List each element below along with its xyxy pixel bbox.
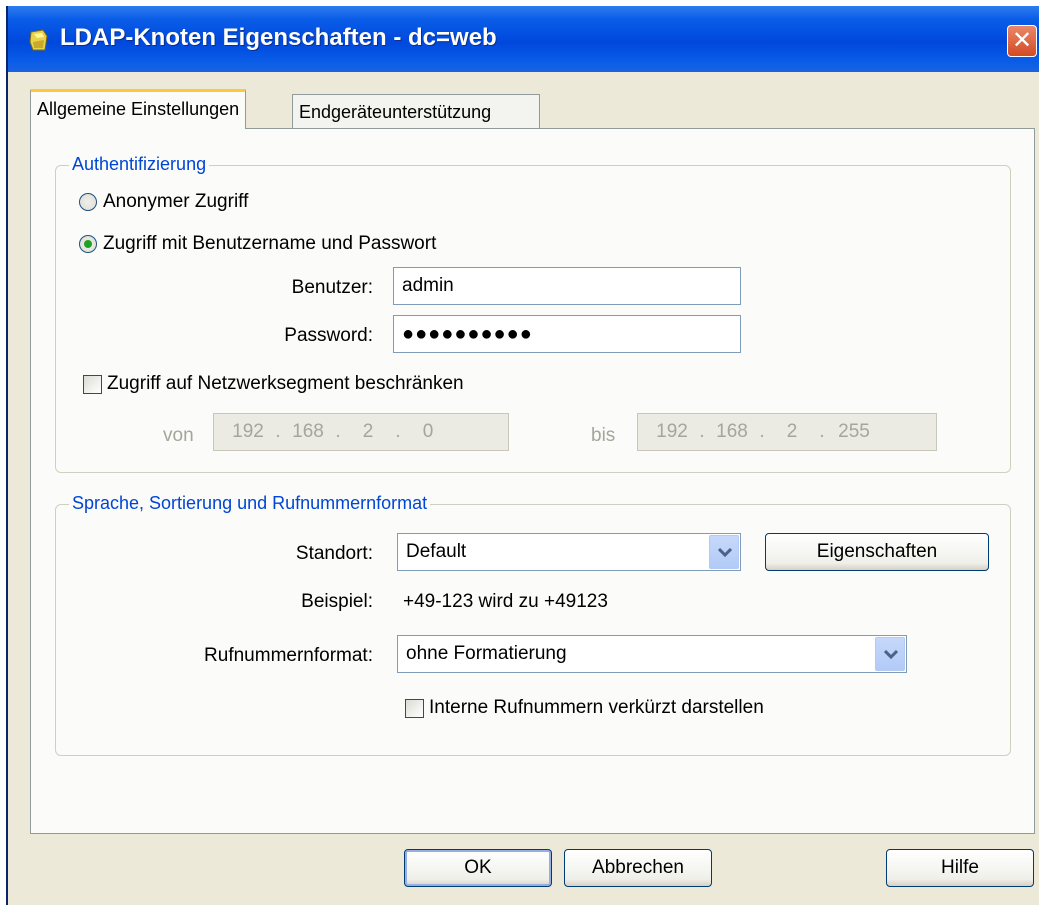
ip-from-octet-4: 0 — [422, 421, 434, 442]
ip-from-octet-2: 168 — [292, 421, 324, 442]
radio-anonymous[interactable] — [79, 193, 97, 211]
user-label: Benutzer: — [291, 277, 373, 298]
close-button[interactable]: ✕ — [1007, 25, 1037, 57]
short-internal-checkbox[interactable] — [405, 699, 424, 718]
location-label: Standort: — [295, 543, 373, 564]
ip-separator: . — [275, 421, 281, 442]
location-dropdown-button[interactable] — [709, 535, 739, 569]
ip-separator: . — [699, 421, 705, 442]
title-bar[interactable]: LDAP-Knoten Eigenschaften - dc=web ✕ — [8, 6, 1039, 72]
user-input[interactable]: admin — [393, 267, 741, 305]
tab-endgeraeteunterstuetzung[interactable]: Endgeräteunterstützung — [292, 94, 540, 128]
tab-allgemeine-einstellungen[interactable]: Allgemeine Einstellungen — [30, 89, 247, 129]
number-format-label: Rufnummernformat: — [204, 645, 373, 666]
ip-separator: . — [759, 421, 765, 442]
short-internal-label[interactable]: Interne Rufnummern verkürzt darstellen — [429, 697, 764, 719]
restrict-segment-label[interactable]: Zugriff auf Netzwerksegment beschränken — [107, 373, 464, 395]
ip-to-octet-2: 168 — [716, 421, 748, 442]
number-format-dropdown-button[interactable] — [875, 637, 905, 671]
password-label: Password: — [284, 325, 373, 346]
tab-panel: Authentifizierung Anonymer Zugriff Zugri… — [30, 128, 1035, 834]
restrict-segment-checkbox[interactable] — [83, 375, 102, 394]
ip-from-octet-3: 2 — [362, 421, 374, 442]
ip-from-label: von — [163, 425, 194, 446]
radio-credentials[interactable] — [79, 235, 97, 253]
ip-to-octet-4: 255 — [838, 421, 870, 442]
ldap-node-icon — [29, 29, 48, 51]
number-format-select-value: ohne Formatierung — [406, 643, 567, 664]
location-select[interactable]: Default — [397, 533, 741, 571]
radio-anonymous-label[interactable]: Anonymer Zugriff — [103, 191, 248, 213]
ip-from-input[interactable]: 192. 168. 2. 0 — [213, 413, 509, 451]
chevron-down-icon — [884, 650, 898, 660]
cancel-button[interactable]: Abbrechen — [564, 849, 712, 887]
language-legend: Sprache, Sortierung und Rufnummernformat — [69, 493, 431, 514]
ip-to-octet-3: 2 — [786, 421, 798, 442]
ip-separator: . — [395, 421, 401, 442]
number-format-select[interactable]: ohne Formatierung — [397, 635, 907, 673]
ip-to-octet-1: 192 — [656, 421, 688, 442]
example-value: +49-123 wird zu +49123 — [403, 591, 608, 612]
ip-from-octet-1: 192 — [232, 421, 264, 442]
radio-selected-dot — [84, 240, 92, 248]
help-button[interactable]: Hilfe — [886, 849, 1034, 887]
window-title: LDAP-Knoten Eigenschaften - dc=web — [60, 24, 497, 51]
ok-button[interactable]: OK — [404, 849, 552, 887]
ip-separator: . — [335, 421, 341, 442]
chevron-down-icon — [718, 548, 732, 558]
ip-separator: . — [819, 421, 825, 442]
auth-legend: Authentifizierung — [69, 154, 210, 175]
password-input[interactable]: ●●●●●●●●●● — [393, 315, 741, 353]
location-select-value: Default — [406, 541, 467, 562]
radio-credentials-label[interactable]: Zugriff mit Benutzername und Passwort — [103, 233, 436, 255]
ip-to-input[interactable]: 192. 168. 2. 255 — [637, 413, 937, 451]
ip-to-label: bis — [591, 425, 616, 446]
example-label: Beispiel: — [301, 591, 373, 612]
dialog-window: LDAP-Knoten Eigenschaften - dc=web ✕ All… — [6, 6, 1039, 905]
properties-button[interactable]: Eigenschaften — [765, 533, 989, 571]
